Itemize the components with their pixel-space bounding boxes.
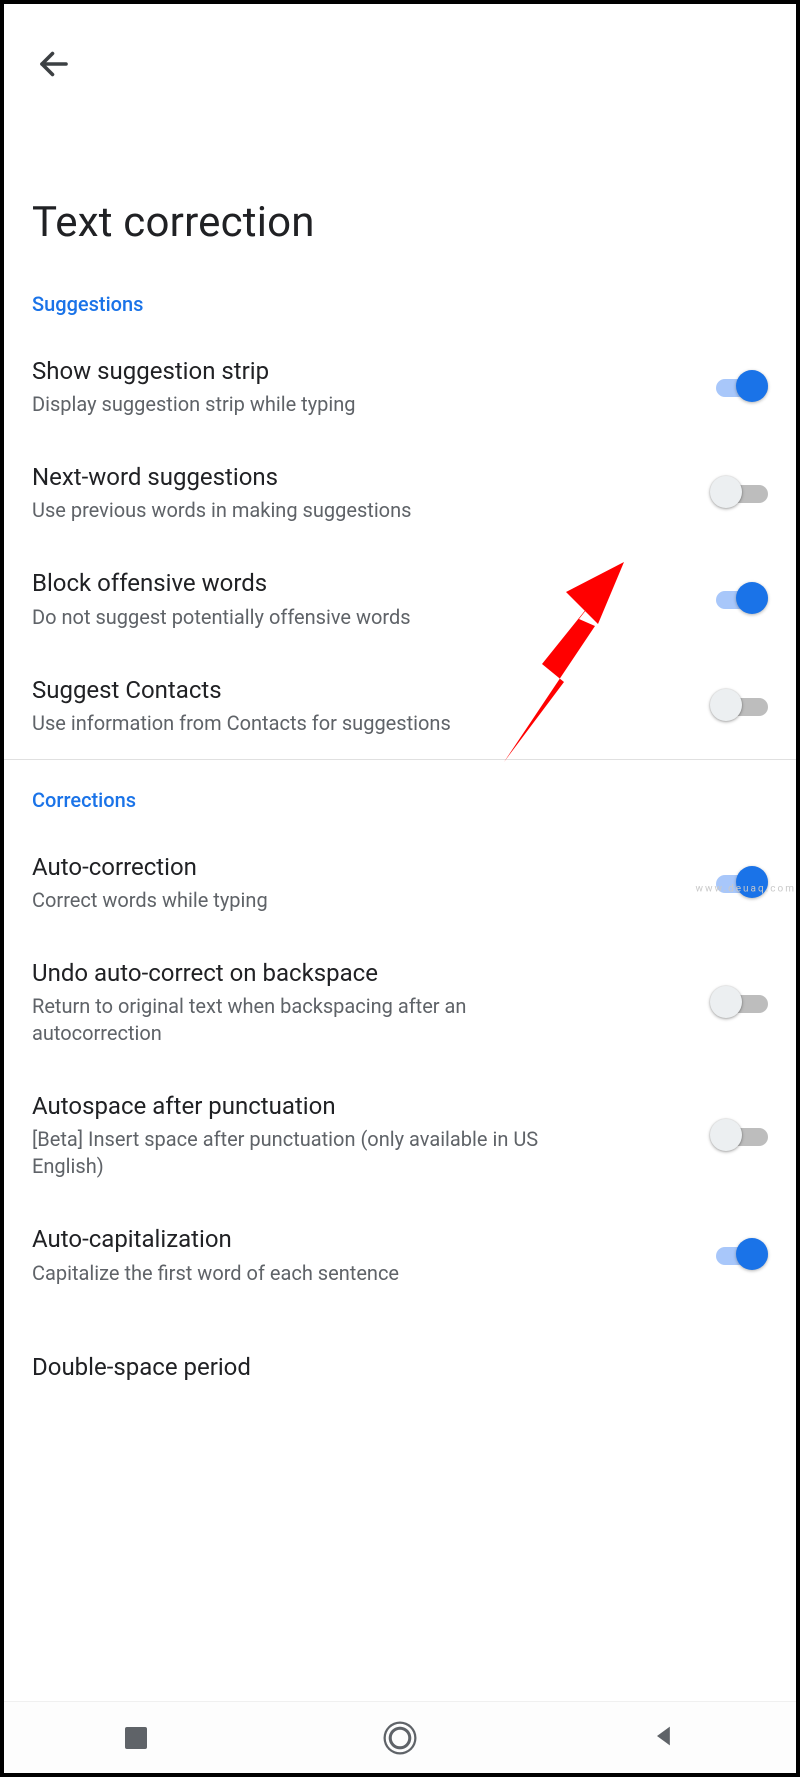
row-subtitle: Correct words while typing	[32, 887, 592, 914]
toggle-next-word-suggestions[interactable]	[710, 476, 768, 510]
triangle-back-icon	[650, 1722, 678, 1754]
row-texts: Suggest Contacts Use information from Co…	[32, 675, 710, 737]
square-icon	[125, 1727, 147, 1749]
toggle-undo-auto-correct-backspace[interactable]	[710, 986, 768, 1020]
android-nav-bar	[4, 1701, 796, 1773]
toggle-auto-capitalization[interactable]	[710, 1238, 768, 1272]
row-autospace-after-punctuation[interactable]: Autospace after punctuation [Beta] Inser…	[4, 1069, 796, 1202]
row-title: Double-space period	[32, 1352, 744, 1383]
switch-thumb	[710, 689, 742, 721]
switch-thumb	[710, 986, 742, 1018]
nav-recent-button[interactable]	[96, 1708, 176, 1768]
row-subtitle: Return to original text when backspacing…	[32, 993, 592, 1047]
row-title: Autospace after punctuation	[32, 1091, 686, 1122]
back-button[interactable]	[32, 44, 76, 88]
row-texts: Autospace after punctuation [Beta] Inser…	[32, 1091, 710, 1180]
row-title: Show suggestion strip	[32, 356, 686, 387]
row-texts: Auto-correction Correct words while typi…	[32, 852, 710, 914]
page-title: Text correction	[4, 88, 796, 287]
row-subtitle: Use information from Contacts for sugges…	[32, 710, 592, 737]
toggle-block-offensive-words[interactable]	[710, 582, 768, 616]
row-title: Suggest Contacts	[32, 675, 686, 706]
section-header-suggestions: Suggestions	[4, 288, 796, 334]
switch-thumb	[736, 582, 768, 614]
row-double-space-period[interactable]: Double-space period	[4, 1309, 796, 1405]
row-auto-capitalization[interactable]: Auto-capitalization Capitalize the first…	[4, 1202, 796, 1308]
row-title: Block offensive words	[32, 568, 686, 599]
toggle-autospace-after-punctuation[interactable]	[710, 1119, 768, 1153]
row-subtitle: Do not suggest potentially offensive wor…	[32, 604, 592, 631]
circle-icon	[389, 1726, 412, 1749]
section-suggestions: Suggestions Show suggestion strip Displa…	[4, 287, 796, 759]
row-title: Auto-correction	[32, 852, 686, 883]
row-texts: Show suggestion strip Display suggestion…	[32, 356, 710, 418]
row-title: Next-word suggestions	[32, 462, 686, 493]
row-subtitle: Capitalize the first word of each senten…	[32, 1260, 592, 1287]
row-undo-auto-correct-backspace[interactable]: Undo auto-correct on backspace Return to…	[4, 936, 796, 1069]
arrow-back-icon	[36, 46, 72, 86]
row-subtitle: Use previous words in making suggestions	[32, 497, 592, 524]
row-texts: Auto-capitalization Capitalize the first…	[32, 1224, 710, 1286]
nav-back-button[interactable]	[624, 1708, 704, 1768]
row-texts: Double-space period	[32, 1352, 768, 1383]
row-subtitle: [Beta] Insert space after punctuation (o…	[32, 1126, 592, 1180]
settings-content: Text correction Suggestions Show suggest…	[4, 4, 796, 1701]
row-suggest-contacts[interactable]: Suggest Contacts Use information from Co…	[4, 653, 796, 759]
toggle-suggest-contacts[interactable]	[710, 689, 768, 723]
watermark: www.deuaq.com	[696, 883, 797, 894]
row-texts: Next-word suggestions Use previous words…	[32, 462, 710, 524]
section-corrections: Corrections Auto-correction Correct word…	[4, 759, 796, 1405]
row-auto-correction[interactable]: Auto-correction Correct words while typi…	[4, 830, 796, 936]
toggle-show-suggestion-strip[interactable]	[710, 370, 768, 404]
row-title: Auto-capitalization	[32, 1224, 686, 1255]
row-show-suggestion-strip[interactable]: Show suggestion strip Display suggestion…	[4, 334, 796, 440]
row-texts: Undo auto-correct on backspace Return to…	[32, 958, 710, 1047]
switch-thumb	[736, 1238, 768, 1270]
screen-frame: Text correction Suggestions Show suggest…	[0, 0, 800, 1777]
switch-thumb	[736, 370, 768, 402]
switch-thumb	[710, 476, 742, 508]
row-title: Undo auto-correct on backspace	[32, 958, 686, 989]
section-header-corrections: Corrections	[4, 784, 796, 830]
row-block-offensive-words[interactable]: Block offensive words Do not suggest pot…	[4, 546, 796, 652]
app-bar	[4, 4, 796, 88]
row-subtitle: Display suggestion strip while typing	[32, 391, 592, 418]
switch-thumb	[710, 1119, 742, 1151]
row-next-word-suggestions[interactable]: Next-word suggestions Use previous words…	[4, 440, 796, 546]
nav-home-button[interactable]	[360, 1708, 440, 1768]
row-texts: Block offensive words Do not suggest pot…	[32, 568, 710, 630]
